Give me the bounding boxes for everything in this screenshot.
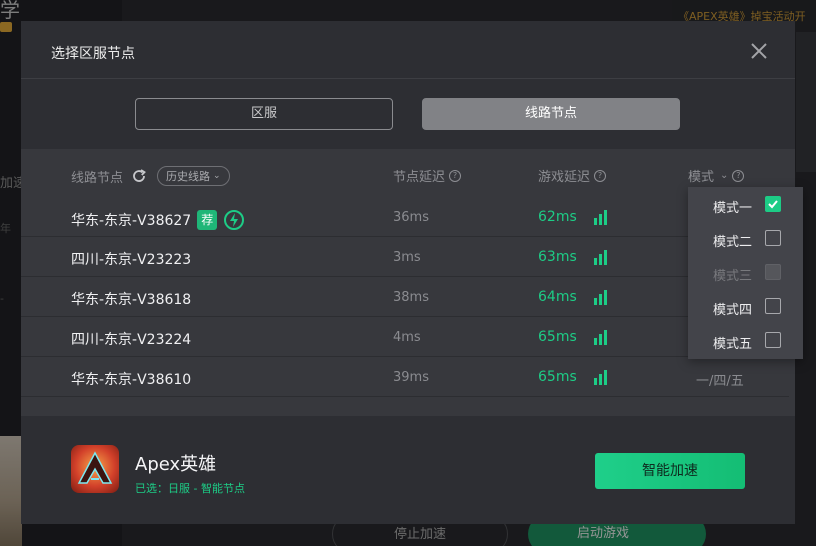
history-route-button[interactable]: 历史线路 ⌄ — [157, 166, 230, 186]
tab-region[interactable]: 区服 — [135, 98, 393, 130]
node-ping: 36ms — [393, 210, 429, 225]
node-name-cell: 四川-东京-V23224 — [71, 329, 191, 349]
table-row[interactable]: 华东-东京-V38627 荐 36ms 62ms — [21, 197, 789, 237]
mode-option-label: 模式一 — [713, 201, 753, 216]
mode-option-label: 模式四 — [713, 303, 753, 318]
table-row[interactable]: 华东-东京-V38610 39ms 65ms 一/四/五 — [21, 357, 789, 397]
column-node-ping: 节点延迟 ? — [393, 166, 462, 185]
node-name: 四川-东京-V23224 — [71, 332, 192, 348]
node-list: 线路节点 历史线路 ⌄ 节点延迟 ? 游戏延迟 ? 模式 ⌄ ? 华东-东京-V… — [21, 149, 795, 416]
history-route-label: 历史线路 — [166, 170, 211, 183]
node-name-cell: 华东-东京-V38618 — [71, 289, 191, 309]
apex-game-icon — [71, 445, 119, 493]
game-ping: 64ms — [538, 289, 577, 305]
boost-icon — [223, 209, 245, 231]
game-ping: 65ms — [538, 329, 577, 345]
mode-option: 模式三 — [688, 255, 803, 289]
selected-node-text: 已选：日服 - 智能节点 — [135, 482, 245, 495]
signal-icon — [594, 210, 607, 225]
help-icon[interactable]: ? — [594, 169, 607, 182]
list-header: 线路节点 历史线路 ⌄ 节点延迟 ? 游戏延迟 ? 模式 ⌄ ? — [21, 149, 795, 197]
close-icon — [751, 43, 767, 59]
node-name: 华东-东京-V38618 — [71, 292, 192, 308]
tab-bar: 区服 线路节点 — [21, 79, 795, 149]
game-ping: 63ms — [538, 249, 577, 265]
mode-option[interactable]: 模式一 — [688, 187, 803, 221]
dialog-header: 选择区服节点 — [21, 21, 795, 79]
mode-checkbox[interactable] — [765, 298, 781, 314]
smart-accelerate-button[interactable]: 智能加速 — [595, 453, 745, 489]
help-icon[interactable]: ? — [732, 169, 745, 182]
mode-checkbox[interactable] — [765, 332, 781, 348]
signal-icon — [594, 330, 607, 345]
table-row[interactable] — [21, 397, 789, 416]
game-ping: 65ms — [538, 369, 577, 385]
mode-option-label: 模式三 — [713, 269, 753, 284]
table-row[interactable]: 华东-东京-V38618 38ms 64ms — [21, 277, 789, 317]
signal-icon — [594, 370, 607, 385]
game-ping: 62ms — [538, 209, 577, 225]
column-node-label: 线路节点 — [71, 170, 124, 186]
dialog-title: 选择区服节点 — [51, 46, 135, 62]
node-ping: 3ms — [393, 250, 421, 265]
chevron-down-icon: ⌄ — [720, 170, 729, 181]
node-name-cell: 华东-东京-V38610 — [71, 369, 191, 389]
node-name: 华东-东京-V38627 — [71, 213, 192, 229]
mode-checkbox[interactable] — [765, 196, 781, 212]
table-row[interactable]: 四川-东京-V23223 3ms 63ms — [21, 237, 789, 277]
node-ping: 38ms — [393, 290, 429, 305]
column-node: 线路节点 历史线路 ⌄ — [71, 166, 230, 186]
column-mode-label: 模式 — [688, 170, 715, 185]
node-name-cell: 华东-东京-V38627 荐 — [71, 209, 245, 231]
node-ping: 4ms — [393, 330, 421, 345]
node-mode: 一/四/五 — [696, 374, 744, 389]
node-name-cell: 四川-东京-V23223 — [71, 249, 191, 269]
mode-option-label: 模式二 — [713, 235, 753, 250]
mode-checkbox — [765, 264, 781, 280]
help-icon[interactable]: ? — [449, 169, 462, 182]
mode-option[interactable]: 模式二 — [688, 221, 803, 255]
mode-option[interactable]: 模式四 — [688, 289, 803, 323]
column-mode[interactable]: 模式 ⌄ ? — [688, 166, 745, 185]
select-node-dialog: 选择区服节点 区服 线路节点 线路节点 历史线路 ⌄ 节点延迟 ? 游戏延迟 ?… — [21, 21, 803, 524]
signal-icon — [594, 290, 607, 305]
mode-dropdown: 模式一 模式二 模式三 模式四 模式五 — [688, 187, 803, 359]
column-game-ping-label: 游戏延迟 — [538, 170, 591, 185]
close-button[interactable] — [748, 40, 770, 62]
column-node-ping-label: 节点延迟 — [393, 170, 446, 185]
mode-option[interactable]: 模式五 — [688, 323, 803, 357]
table-row[interactable]: 四川-东京-V23224 4ms 65ms — [21, 317, 789, 357]
check-icon — [768, 200, 778, 209]
node-name: 华东-东京-V38610 — [71, 372, 192, 388]
refresh-icon[interactable] — [131, 168, 147, 184]
mode-checkbox[interactable] — [765, 230, 781, 246]
chevron-down-icon: ⌄ — [213, 171, 221, 181]
column-game-ping: 游戏延迟 ? — [538, 166, 607, 185]
signal-icon — [594, 250, 607, 265]
mode-option-label: 模式五 — [713, 337, 753, 352]
node-name: 四川-东京-V23223 — [71, 252, 192, 268]
game-title: Apex英雄 — [135, 454, 217, 475]
tab-route-node[interactable]: 线路节点 — [422, 98, 680, 130]
dialog-footer: Apex英雄 已选：日服 - 智能节点 智能加速 — [21, 416, 795, 524]
recommend-badge: 荐 — [197, 210, 218, 230]
node-ping: 39ms — [393, 370, 429, 385]
